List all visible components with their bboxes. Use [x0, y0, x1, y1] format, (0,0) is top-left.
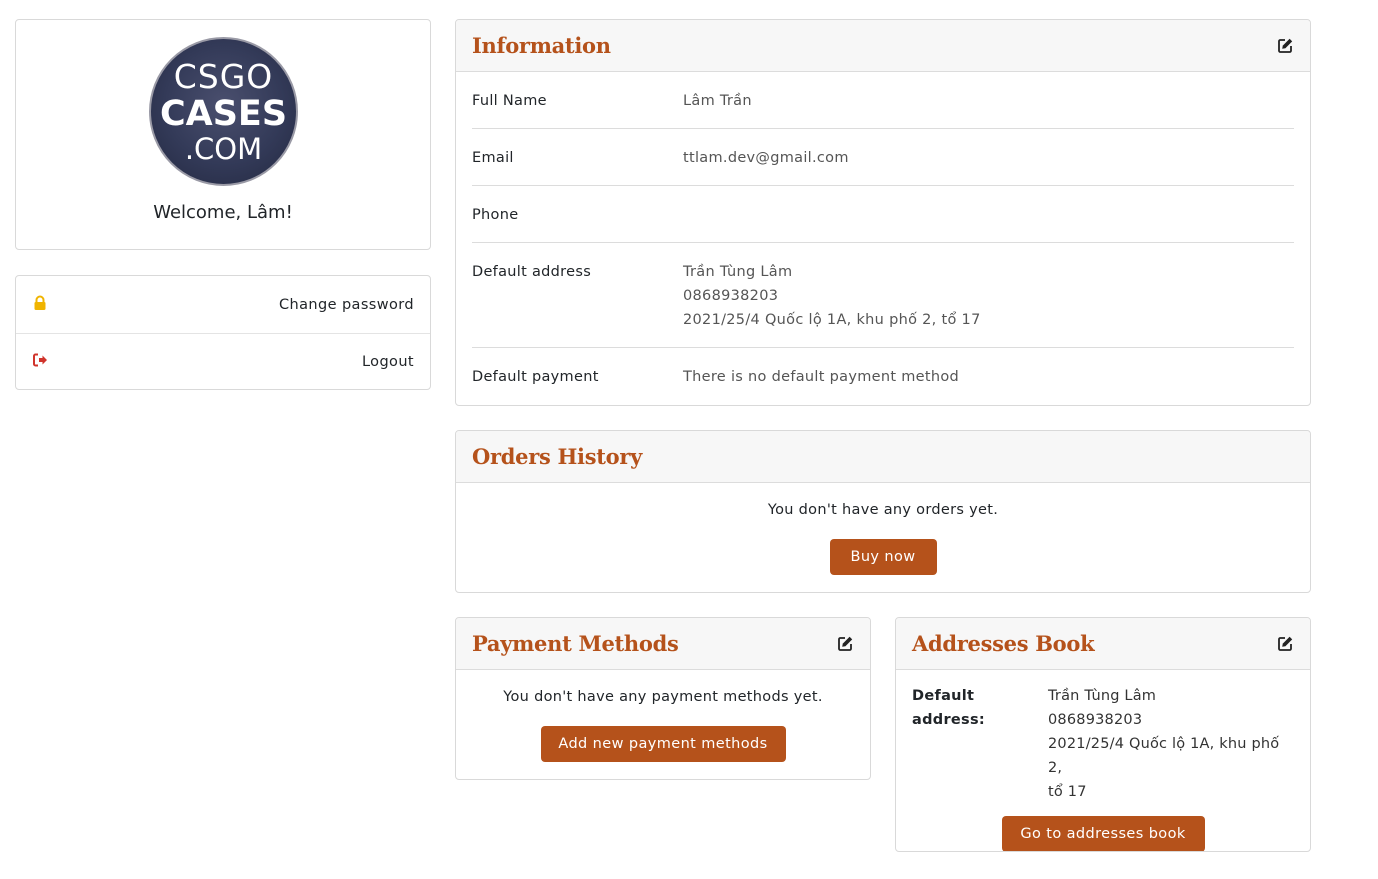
- addresses-title: Addresses Book: [912, 631, 1095, 656]
- change-password-item[interactable]: Change password: [16, 276, 430, 333]
- address-name: Trần Tùng Lâm: [1048, 688, 1157, 704]
- add-payment-method-button[interactable]: Add new payment methods: [540, 726, 786, 762]
- info-value: Trần Tùng Lâm 0868938203 2021/25/4 Quốc …: [683, 260, 981, 332]
- edit-icon[interactable]: [1276, 635, 1294, 653]
- orders-history-card: Orders History You don't have any orders…: [455, 430, 1311, 593]
- payment-header: Payment Methods: [456, 618, 870, 670]
- info-key: Email: [472, 150, 514, 166]
- info-value: Lâm Trần: [683, 93, 752, 109]
- logout-item[interactable]: Logout: [16, 333, 430, 389]
- lock-icon: [32, 295, 48, 315]
- info-key: Default payment: [472, 369, 599, 385]
- change-password-label: Change password: [279, 296, 414, 313]
- information-card: Information Full Name Lâm Trần Email ttl…: [455, 19, 1311, 406]
- logo-line-1: CSGO: [173, 56, 274, 96]
- address-phone: 0868938203: [1048, 712, 1143, 728]
- address-street-line-2: tổ 17: [1048, 784, 1087, 800]
- addresses-actions: Go to addresses book: [896, 816, 1310, 851]
- profile-card: CSGO CASES .COM Welcome, Lâm!: [15, 19, 431, 250]
- default-address-value: Trần Tùng Lâm 0868938203 2021/25/4 Quốc …: [1048, 684, 1294, 804]
- info-row-email: Email ttlam.dev@gmail.com: [472, 129, 1294, 186]
- orders-empty-text: You don't have any orders yet.: [767, 502, 999, 518]
- orders-body: You don't have any orders yet. Buy now: [456, 483, 1310, 575]
- default-address-label-line-2: address:: [912, 712, 985, 728]
- edit-icon[interactable]: [836, 635, 854, 653]
- information-title: Information: [472, 33, 611, 58]
- info-row-default-payment: Default payment There is no default paym…: [472, 348, 1294, 404]
- info-value: ttlam.dev@gmail.com: [683, 150, 849, 166]
- logo-line-3: .COM: [184, 131, 263, 166]
- welcome-text: Welcome, Lâm!: [153, 202, 293, 223]
- info-key: Default address: [472, 264, 592, 280]
- logo-line-2: CASES: [159, 93, 288, 134]
- go-to-addresses-book-button[interactable]: Go to addresses book: [1001, 816, 1205, 851]
- info-value: There is no default payment method: [683, 369, 960, 385]
- information-header: Information: [456, 20, 1310, 72]
- info-key: Phone: [472, 207, 519, 223]
- info-row-phone: Phone: [472, 186, 1294, 243]
- sign-out-icon: [32, 352, 49, 372]
- default-address-label: Default address:: [912, 684, 1048, 804]
- address-phone: 0868938203: [683, 288, 779, 304]
- address-street-line-1: 2021/25/4 Quốc lộ 1A, khu phố 2,: [1048, 736, 1280, 776]
- orders-header: Orders History: [456, 431, 1310, 483]
- info-row-default-address: Default address Trần Tùng Lâm 0868938203…: [472, 243, 1294, 348]
- addresses-header: Addresses Book: [896, 618, 1310, 670]
- address-name: Trần Tùng Lâm: [683, 264, 793, 280]
- default-address-block: Default address: Trần Tùng Lâm 086893820…: [896, 670, 1310, 804]
- logout-label: Logout: [361, 354, 414, 370]
- account-menu: Change password Logout: [15, 275, 431, 390]
- site-logo: CSGO CASES .COM: [149, 37, 298, 186]
- info-key: Full Name: [472, 93, 547, 109]
- payment-empty-text: You don't have any payment methods yet.: [503, 689, 823, 705]
- information-body: Full Name Lâm Trần Email ttlam.dev@gmail…: [456, 72, 1310, 404]
- buy-now-button[interactable]: Buy now: [829, 539, 937, 575]
- orders-title: Orders History: [472, 444, 643, 469]
- payment-title: Payment Methods: [472, 631, 679, 656]
- addresses-book-card: Addresses Book Default address: Trần Tùn…: [895, 617, 1311, 852]
- payment-body: You don't have any payment methods yet. …: [456, 670, 870, 762]
- address-street: 2021/25/4 Quốc lộ 1A, khu phố 2, tổ 17: [683, 312, 981, 328]
- edit-icon[interactable]: [1276, 37, 1294, 55]
- default-address-label-line-1: Default: [912, 688, 975, 704]
- info-row-full-name: Full Name Lâm Trần: [472, 72, 1294, 129]
- payment-methods-card: Payment Methods You don't have any payme…: [455, 617, 871, 780]
